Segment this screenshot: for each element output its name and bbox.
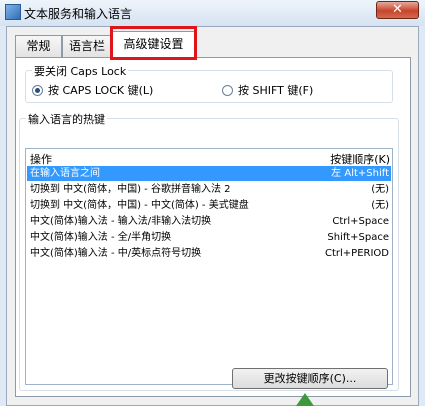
column-header-sequence: 按键顺序(K) xyxy=(330,153,390,166)
change-key-sequence-button[interactable]: 更改按键顺序(C)... xyxy=(232,368,388,389)
tab-panel: 要关闭 Caps Lock 按 CAPS LOCK 键(L) 按 SHIFT 键… xyxy=(15,57,411,397)
radio-unchecked-icon xyxy=(222,84,233,96)
row-sequence: (无) xyxy=(371,184,389,195)
row-sequence: 左 Alt+Shift xyxy=(331,168,389,179)
row-action: 中文(简体)输入法 - 中/英标点符号切换 xyxy=(30,248,202,259)
list-item[interactable]: 中文(简体)输入法 - 中/英标点符号切换 Ctrl+PERIOD xyxy=(27,246,391,261)
column-header-action: 操作 xyxy=(30,153,52,166)
row-sequence: Ctrl+Space xyxy=(332,216,389,227)
list-item[interactable]: 中文(简体)输入法 - 输入法/非输入法切换 Ctrl+Space xyxy=(27,214,391,229)
close-button[interactable]: ✕ xyxy=(376,1,419,19)
row-action: 中文(简体)输入法 - 输入法/非输入法切换 xyxy=(30,216,212,227)
radio-caps-lock-label: 按 CAPS LOCK 键(L) xyxy=(48,84,154,97)
title-bar: 文本服务和输入语言 ✕ xyxy=(0,0,425,26)
row-action: 中文(简体)输入法 - 全/半角切换 xyxy=(30,232,172,243)
row-sequence: (无) xyxy=(371,200,389,211)
hotkey-list[interactable]: 操作 按键顺序(K) 在输入语言之间 左 Alt+Shift 切换到 中文(简体… xyxy=(25,148,393,385)
highlight-annotation xyxy=(110,26,197,60)
row-sequence: Ctrl+PERIOD xyxy=(325,248,389,259)
caps-lock-group-label: 要关闭 Caps Lock xyxy=(32,63,129,79)
list-item[interactable]: 在输入语言之间 左 Alt+Shift xyxy=(27,166,391,181)
row-action: 切换到 中文(简体，中国) - 中文(简体) - 美式键盘 xyxy=(30,200,249,211)
radio-shift-key[interactable]: 按 SHIFT 键(F) xyxy=(222,82,313,98)
list-item[interactable]: 中文(简体)输入法 - 全/半角切换 Shift+Space xyxy=(27,230,391,245)
row-action: 切换到 中文(简体，中国) - 谷歌拼音输入法 2 xyxy=(30,184,231,195)
row-action: 在输入语言之间 xyxy=(30,168,100,179)
close-icon: ✕ xyxy=(392,2,403,17)
row-sequence: Shift+Space xyxy=(327,232,389,243)
hotkeys-group-label: 输入语言的热键 xyxy=(26,111,107,127)
radio-shift-label: 按 SHIFT 键(F) xyxy=(238,84,314,97)
caps-lock-group: 要关闭 Caps Lock 按 CAPS LOCK 键(L) 按 SHIFT 键… xyxy=(25,63,393,103)
window-title: 文本服务和输入语言 xyxy=(24,7,133,21)
list-item[interactable]: 切换到 中文(简体，中国) - 中文(简体) - 美式键盘 (无) xyxy=(27,198,391,213)
radio-caps-lock-key[interactable]: 按 CAPS LOCK 键(L) xyxy=(32,82,153,98)
tab-language-bar[interactable]: 语言栏 xyxy=(62,35,112,57)
keyboard-icon xyxy=(5,4,21,20)
list-header: 操作 按键顺序(K) xyxy=(26,149,392,166)
dialog-body: 常规 语言栏 高级键设置 要关闭 Caps Lock 按 CAPS LOCK 键… xyxy=(6,26,419,406)
tab-general[interactable]: 常规 xyxy=(15,35,62,57)
list-item[interactable]: 切换到 中文(简体，中国) - 谷歌拼音输入法 2 (无) xyxy=(27,182,391,197)
radio-checked-icon xyxy=(32,84,43,96)
